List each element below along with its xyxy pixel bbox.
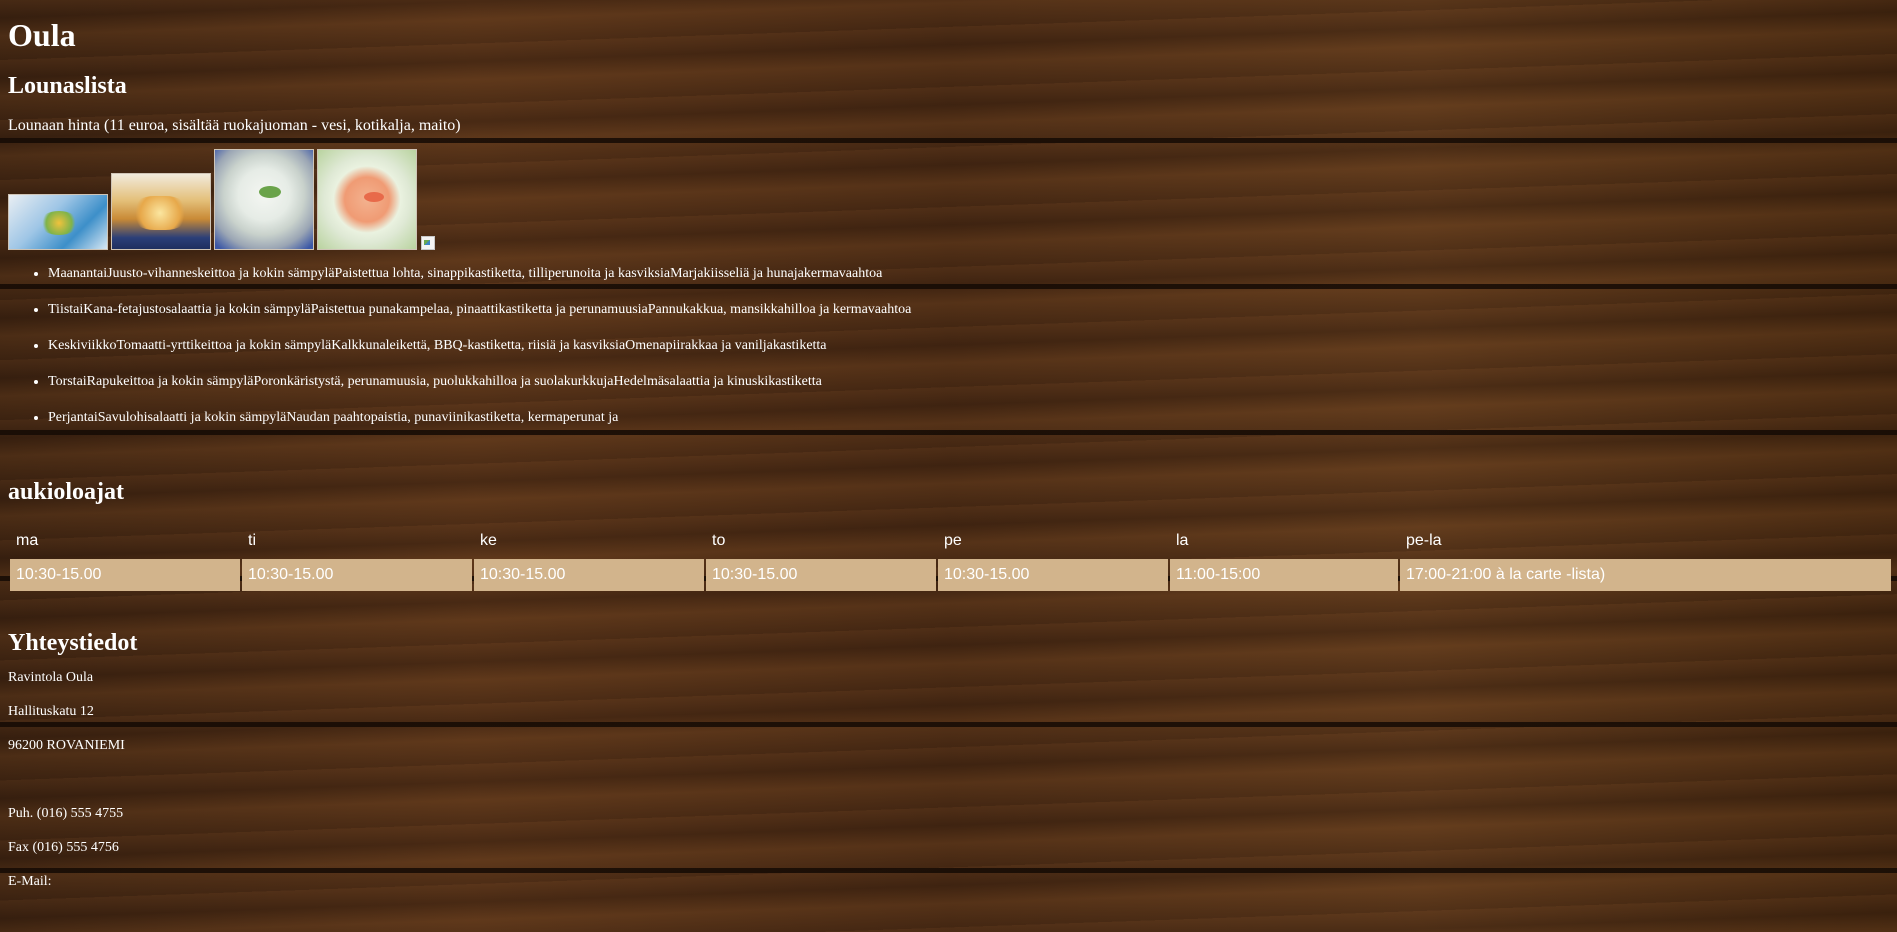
hours-value-row: 10:30-15.00 10:30-15.00 10:30-15.00 10:3… <box>10 559 1891 591</box>
hours-value-cell: 10:30-15.00 <box>712 566 798 583</box>
opening-hours-table: ma ti ke to pe la pe-la 10:30-15.00 10:3… <box>8 523 1893 593</box>
lunch-title: Lounaslista <box>8 73 127 99</box>
contact-info: Ravintola Oula Hallituskatu 12 96200 ROV… <box>8 669 1897 890</box>
hours-value-cell: 11:00-15:00 <box>1176 566 1261 583</box>
contact-phone: Puh. (016) 555 4755 <box>8 806 124 821</box>
tomato-soup-image <box>317 149 417 250</box>
menu-day-friday: PerjantaiSavulohisalaatti ja kokin sämpy… <box>48 409 1897 426</box>
lunch-price: Lounaan hinta (11 euroa, sisältää ruokaj… <box>8 117 461 134</box>
menu-day-tuesday: TiistaiKana-fetajustosalaattia ja kokin … <box>48 301 1897 318</box>
hours-value-cell: 17:00-21:00 à la carte -lista) <box>1406 566 1606 583</box>
hours-value-cell: 10:30-15.00 <box>248 566 334 583</box>
hours-header-cell: la <box>1176 532 1189 549</box>
lunch-menu-list: MaanantaiJuusto-vihanneskeittoa ja kokin… <box>8 265 1897 426</box>
hours-value-cell: 10:30-15.00 <box>944 566 1030 583</box>
hours-header-row: ma ti ke to pe la pe-la <box>10 525 1891 557</box>
contact-city: 96200 ROVANIEMI <box>8 738 125 753</box>
contact-title: Yhteystiedot <box>8 630 138 656</box>
hours-header-cell: to <box>712 532 726 549</box>
menu-day-wednesday: KeskiviikkoTomaatti-yrttikeittoa ja koki… <box>48 337 1897 354</box>
broken-image-icon <box>420 234 436 250</box>
hours-title: aukioloajat <box>8 479 125 505</box>
hours-header-cell: pe <box>944 532 962 549</box>
pancake-image <box>111 173 211 250</box>
cream-soup-image <box>214 149 314 250</box>
hours-value-cell: 10:30-15.00 <box>16 566 102 583</box>
salad-image <box>8 194 108 250</box>
page: Oula Lounaslista Lounaan hinta (11 euroa… <box>8 0 1897 890</box>
contact-street: Hallituskatu 12 <box>8 704 94 719</box>
menu-day-monday: MaanantaiJuusto-vihanneskeittoa ja kokin… <box>48 265 1897 282</box>
food-gallery <box>8 149 1897 250</box>
contact-name: Ravintola Oula <box>8 670 94 685</box>
hours-header-cell: pe-la <box>1406 532 1442 549</box>
restaurant-title: Oula <box>8 17 76 53</box>
hours-header-cell: ti <box>248 532 256 549</box>
hours-header-cell: ma <box>16 532 39 549</box>
contact-email-label: E-Mail: <box>8 874 52 889</box>
hours-value-cell: 10:30-15.00 <box>480 566 566 583</box>
contact-fax: Fax (016) 555 4756 <box>8 840 119 855</box>
hours-header-cell: ke <box>480 532 497 549</box>
menu-day-thursday: TorstaiRapukeittoa ja kokin sämpyläPoron… <box>48 373 1897 390</box>
